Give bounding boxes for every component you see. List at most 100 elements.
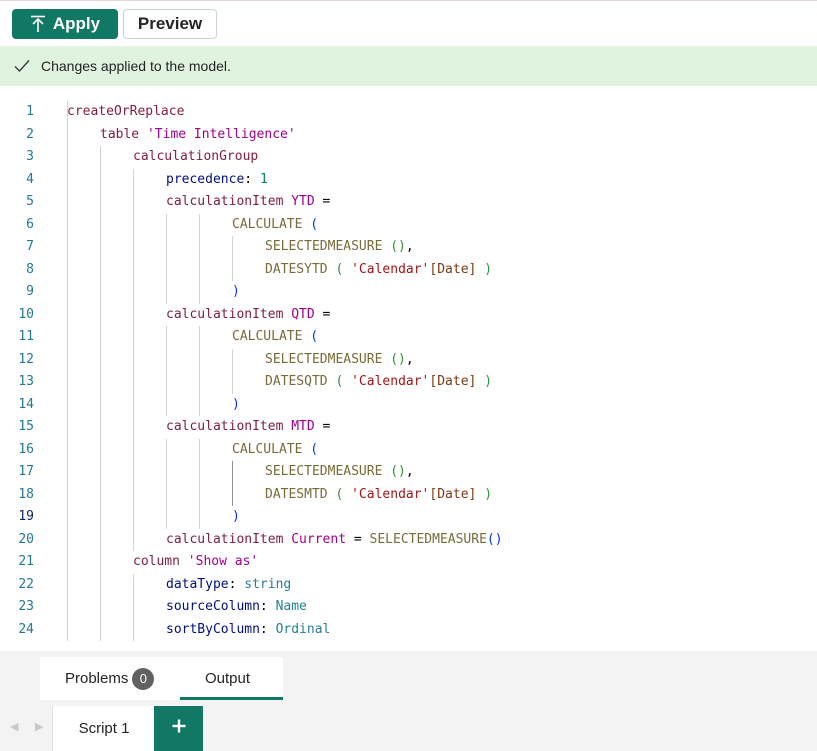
line-number: 7 — [26, 239, 34, 254]
line-number: 11 — [18, 329, 34, 344]
code-token: 1 — [259, 171, 268, 187]
line-number: 22 — [18, 576, 34, 592]
line-number: 19 — [18, 509, 34, 524]
preview-button[interactable]: Preview — [123, 9, 217, 39]
code-token: : — [259, 599, 276, 614]
code-text: sourceColumn: Name — [166, 596, 307, 619]
code-token: 'Calendar' — [351, 261, 430, 277]
indent-guide — [199, 213, 200, 304]
code-token: () — [390, 351, 406, 367]
code-token: precedence — [166, 171, 245, 187]
code-line: 7 SELECTEDMEASURE (), — [0, 236, 817, 259]
code-line: 5 calculationItem YTD = — [0, 191, 817, 214]
line-number: 24 — [18, 621, 34, 637]
chevron-left-icon[interactable]: ◀ — [10, 720, 18, 733]
indent-guide — [199, 326, 200, 416]
code-token: ) — [484, 261, 493, 277]
code-text: calculationGroup — [133, 146, 258, 169]
line-number: 1 — [26, 104, 34, 119]
tab-problems[interactable]: Problems 0 — [65, 657, 155, 700]
line-number: 9 — [26, 284, 34, 299]
code-line: 1 createOrReplace — [0, 101, 817, 124]
code-token: Current — [291, 531, 347, 547]
code-line: 10 calculationItem QTD = — [0, 304, 817, 327]
code-token: CALCULATE — [232, 216, 311, 232]
indent-guide — [100, 146, 101, 641]
problems-count-badge: 0 — [132, 667, 155, 690]
code-token: : — [259, 621, 276, 637]
code-token: () — [390, 464, 406, 479]
indent-guide — [166, 438, 167, 529]
code-token: SELECTEDMEASURE — [265, 239, 391, 254]
code-text: SELECTEDMEASURE (), — [265, 461, 414, 484]
code-line: 16 CALCULATE ( — [0, 439, 817, 462]
line-number: 18 — [18, 486, 34, 502]
line-number: 23 — [18, 599, 34, 614]
code-token: SELECTEDMEASURE — [265, 464, 391, 479]
code-token: Ordinal — [275, 621, 331, 637]
code-token: DATESYTD — [265, 261, 336, 277]
apply-button[interactable]: Apply — [12, 9, 118, 39]
upload-arrow-icon — [30, 15, 46, 33]
line-number: 4 — [26, 171, 34, 187]
code-token: QTD — [291, 306, 315, 322]
code-text: precedence: 1 — [166, 169, 268, 192]
code-text: ) — [232, 506, 240, 529]
bottom-panel: Problems 0 Output — [0, 651, 817, 706]
code-text: CALCULATE ( — [232, 326, 318, 349]
indent-guide — [232, 348, 233, 394]
code-token: calculationItem — [166, 419, 292, 434]
line-number: 13 — [18, 374, 34, 389]
code-token: 'Time Intelligence' — [146, 126, 296, 142]
code-line: 21 column 'Show as' — [0, 551, 817, 574]
code-token: 'Show as' — [187, 554, 259, 569]
code-line: 2 table 'Time Intelligence' — [0, 124, 817, 147]
code-token: ) — [484, 486, 493, 502]
line-number: 5 — [26, 194, 34, 209]
code-line: 13 DATESQTD ( 'Calendar'[Date] ) — [0, 371, 817, 394]
code-token: SELECTEDMEASURE — [369, 531, 487, 547]
apply-button-label: Apply — [52, 14, 101, 33]
code-token: ) — [232, 284, 240, 299]
line-number: 21 — [18, 554, 34, 569]
code-token: YTD — [291, 194, 315, 209]
line-number: 14 — [18, 396, 34, 412]
code-token: Name — [275, 599, 307, 614]
line-number: 16 — [18, 441, 34, 457]
code-text: DATESMTD ( 'Calendar'[Date] ) — [265, 484, 492, 507]
code-token: [Date] — [429, 261, 477, 277]
code-token: dataType — [166, 576, 229, 592]
code-token: DATESMTD — [265, 486, 336, 502]
code-text: SELECTEDMEASURE (), — [265, 349, 414, 372]
code-token: createOrReplace — [67, 104, 185, 119]
code-token: DATESQTD — [265, 374, 336, 389]
code-line: 18 DATESMTD ( 'Calendar'[Date] ) — [0, 484, 817, 507]
code-text: table 'Time Intelligence' — [100, 124, 296, 147]
code-line: 15 calculationItem MTD = — [0, 416, 817, 439]
line-number: 20 — [18, 531, 34, 547]
add-script-button[interactable] — [154, 706, 203, 751]
script-tab[interactable]: Script 1 — [52, 706, 155, 751]
chevron-right-icon[interactable]: ▶ — [35, 720, 43, 733]
tab-output-label: Output — [205, 670, 251, 687]
line-number: 2 — [26, 126, 34, 142]
checkmark-icon — [14, 59, 30, 73]
code-text: sortByColumn: Ordinal — [166, 619, 330, 642]
code-text: SELECTEDMEASURE (), — [265, 236, 414, 259]
indent-guide — [166, 213, 167, 304]
panel-tab-strip: Problems 0 Output — [40, 657, 283, 700]
line-number: 15 — [18, 419, 34, 434]
code-token: CALCULATE — [232, 329, 311, 344]
code-token: 'Calendar' — [351, 374, 430, 389]
success-message: Changes applied to the model. — [41, 58, 231, 74]
code-text: CALCULATE ( — [232, 214, 318, 237]
line-number: 8 — [26, 261, 34, 277]
line-number: 17 — [18, 464, 34, 479]
code-text: DATESYTD ( 'Calendar'[Date] ) — [265, 259, 492, 282]
code-editor[interactable]: 1 createOrReplace 2 table 'Time Intelligenc… — [0, 97, 817, 651]
tab-output[interactable]: Output — [205, 657, 250, 700]
code-token: : — [228, 576, 245, 592]
indent-guide — [67, 101, 68, 641]
code-line: 8 DATESYTD ( 'Calendar'[Date] ) — [0, 259, 817, 282]
